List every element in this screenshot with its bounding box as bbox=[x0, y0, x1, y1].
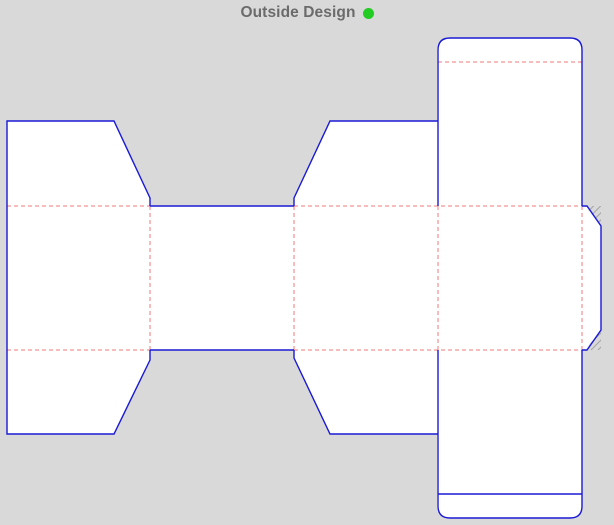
design-canvas: Outside Design bbox=[0, 0, 614, 525]
back-panel bbox=[150, 206, 294, 350]
left-end-panel bbox=[7, 121, 150, 434]
panel-fills bbox=[7, 38, 601, 518]
glue-flap-fill bbox=[582, 206, 601, 350]
right-end-panel bbox=[294, 121, 438, 434]
front-panel-with-lids bbox=[437, 38, 582, 518]
box-dieline bbox=[6, 37, 602, 519]
